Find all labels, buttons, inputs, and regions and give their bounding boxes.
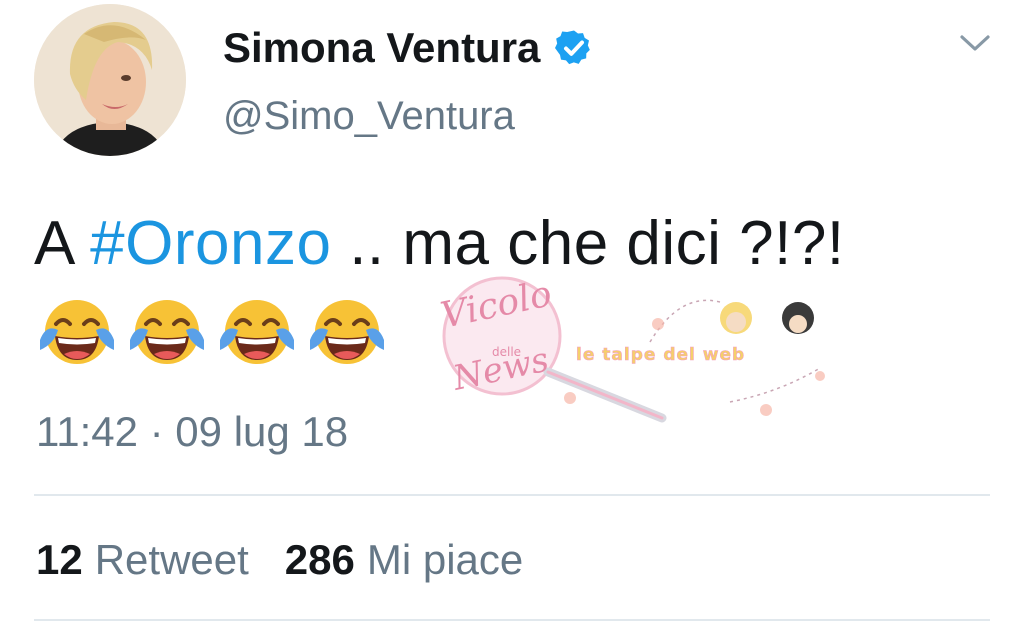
tweet-text-prefix: A <box>34 209 91 278</box>
display-name-text[interactable]: Simona Ventura <box>223 24 540 72</box>
tears-of-joy-emoji-icon <box>36 294 118 376</box>
like-label: Mi piace <box>366 536 524 583</box>
retweet-label: Retweet <box>94 536 249 583</box>
retweet-count-link[interactable]: 12 Retweet <box>36 536 249 584</box>
divider <box>34 619 990 621</box>
like-count-link[interactable]: 286 Mi piace <box>285 536 523 584</box>
watermark-brand-line-3: News <box>449 340 553 399</box>
tweet-timestamp[interactable]: 11:42 · 09 lug 18 <box>36 408 348 456</box>
avatar[interactable] <box>34 4 186 156</box>
watermark-brand-line-2: delle <box>492 345 521 359</box>
watermark-logo: Vicolo delle News le talpe del web <box>400 272 840 432</box>
emoji-row <box>36 294 388 376</box>
tears-of-joy-emoji-icon <box>306 294 388 376</box>
verified-badge-icon <box>554 28 594 68</box>
watermark-tagline: le talpe del web <box>576 345 745 365</box>
watermark-brand-line-1: Vicolo <box>437 273 555 336</box>
tweet-text-suffix: .. ma che dici ?!?! <box>331 209 845 278</box>
user-handle[interactable]: @Simo_Ventura <box>223 94 515 139</box>
chevron-down-icon[interactable] <box>958 32 992 54</box>
tweet-text: A #Oronzo .. ma che dici ?!?! <box>34 208 845 279</box>
tears-of-joy-emoji-icon <box>126 294 208 376</box>
hashtag-link[interactable]: #Oronzo <box>90 209 331 278</box>
divider <box>34 494 990 496</box>
display-name[interactable]: Simona Ventura <box>223 24 594 72</box>
like-count: 286 <box>284 536 355 583</box>
tears-of-joy-emoji-icon <box>216 294 298 376</box>
retweet-count: 12 <box>36 536 83 583</box>
tweet-stats: 12 Retweet 286 Mi piace <box>36 536 523 584</box>
